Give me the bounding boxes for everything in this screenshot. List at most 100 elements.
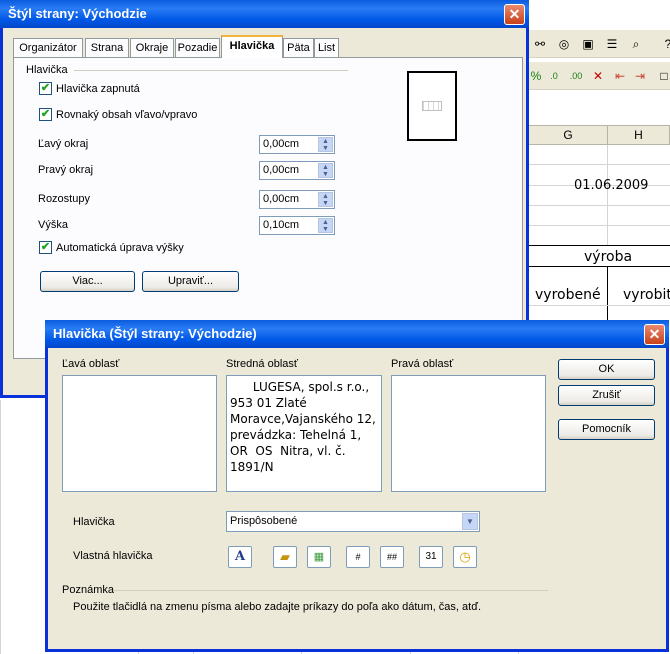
cancel-button[interactable]: Zrušiť: [558, 385, 655, 406]
center-line: prevádzka: Tehelná 1,: [230, 428, 362, 442]
standard-toolbar: ⚯ ◎ ▣ ☰ ⌕ ?: [528, 30, 670, 58]
autofit-label: Automatická úprava výšky: [56, 242, 184, 254]
center-line: LUGESA, spol.s r.o.,: [230, 380, 370, 394]
pages-icon[interactable]: ##: [380, 546, 404, 568]
height-value: 0,10cm: [263, 219, 300, 231]
column-line: [607, 266, 608, 321]
column-header-h[interactable]: H: [607, 125, 670, 145]
row-line: [528, 266, 670, 267]
border-icon[interactable]: □: [656, 68, 670, 84]
merged-cell-vyroba[interactable]: výroba: [584, 249, 632, 265]
edit-button[interactable]: Upraviť...: [142, 271, 239, 292]
spin-arrows-icon[interactable]: ▲ ▼: [318, 163, 333, 178]
spacing-field[interactable]: 0,00cm ▲ ▼: [259, 190, 335, 209]
help-button[interactable]: Pomocník: [558, 419, 655, 440]
separator: [114, 590, 548, 591]
section-title: Hlavička: [26, 64, 68, 76]
chevron-down-icon[interactable]: ▼: [462, 513, 478, 530]
header-dialog-title: Hlavička (Štýl strany: Východzie): [53, 326, 257, 341]
add-decimal-icon[interactable]: .0: [546, 68, 562, 84]
cell-vyrobit[interactable]: vyrobit: [623, 287, 670, 303]
tab-strana[interactable]: Strana: [85, 38, 129, 57]
center-line: 953 01 Zlaté: [230, 396, 307, 410]
date-cell[interactable]: 01.06.2009: [574, 178, 648, 193]
cell-vyrobene[interactable]: vyrobené: [535, 287, 601, 303]
center-area-label: Stredná oblasť: [226, 358, 299, 370]
left-margin-label: Ľavý okraj: [38, 138, 89, 150]
column-header-g[interactable]: G: [528, 125, 608, 145]
tab-pata[interactable]: Päta: [283, 38, 314, 57]
spin-arrows-icon[interactable]: ▲ ▼: [318, 192, 333, 207]
header-dialog-titlebar[interactable]: Hlavička (Štýl strany: Východzie): [45, 320, 669, 348]
separator: [74, 70, 348, 71]
gallery-icon[interactable]: ▣: [580, 36, 596, 52]
spacing-label: Rozostupy: [38, 193, 90, 205]
center-line: OR OS Nitra, vl. č.: [230, 444, 346, 458]
time-icon[interactable]: ◷: [453, 546, 477, 568]
header-select[interactable]: Prispôsobené ▼: [226, 511, 480, 532]
data-sources-icon[interactable]: ☰: [604, 36, 620, 52]
spin-arrows-icon[interactable]: ▲ ▼: [318, 137, 333, 152]
remove-decimal-icon[interactable]: .00: [568, 68, 584, 84]
height-label: Výška: [38, 219, 68, 231]
preview-table-icon: [422, 101, 442, 111]
right-area-label: Pravá oblasť: [391, 358, 454, 370]
tab-hlavicka[interactable]: Hlavička: [221, 35, 283, 58]
navigator-icon[interactable]: ◎: [556, 36, 572, 52]
center-area-textbox[interactable]: LUGESA, spol.s r.o., 953 01 Zlaté Moravce,…: [226, 375, 382, 492]
header-on-checkbox[interactable]: ✔: [39, 82, 52, 95]
close-icon[interactable]: ✕: [504, 4, 525, 25]
right-margin-value: 0,00cm: [263, 164, 300, 176]
row-line: [528, 164, 670, 165]
page-preview: [407, 71, 457, 141]
same-content-checkbox[interactable]: ✔: [39, 108, 52, 121]
header-on-label: Hlavička zapnutá: [56, 83, 140, 95]
spin-arrows-icon[interactable]: ▲ ▼: [318, 218, 333, 233]
header-dialog: Hlavička (Štýl strany: Východzie) ✕ Ľavá…: [45, 320, 669, 652]
zoom-icon[interactable]: ⌕: [628, 36, 644, 52]
row-line: [528, 245, 670, 246]
row-line: [528, 305, 670, 306]
tab-pozadie[interactable]: Pozadie: [175, 38, 220, 57]
center-line: Moravce,Vajanského 12,: [230, 412, 376, 426]
tab-list[interactable]: List: [314, 38, 339, 57]
right-margin-label: Pravý okraj: [38, 164, 94, 176]
left-margin-value: 0,00cm: [263, 138, 300, 150]
header-select-value: Prispôsobené: [230, 515, 298, 527]
binoculars-icon[interactable]: ⚯: [532, 36, 548, 52]
column-line: [0, 400, 1, 654]
formatting-toolbar: % .0 .00 ✕ ⇤ ⇥ □: [528, 62, 670, 90]
autofit-checkbox[interactable]: ✔: [39, 241, 52, 254]
sheet-name-icon[interactable]: ▦: [307, 546, 331, 568]
spacing-value: 0,00cm: [263, 193, 300, 205]
same-content-label: Rovnaký obsah vľavo/vpravo: [56, 109, 198, 121]
column-line: [607, 145, 608, 245]
custom-header-label: Vlastná hlavička: [73, 550, 153, 562]
text-attributes-icon[interactable]: A: [228, 546, 252, 568]
tab-organizator[interactable]: Organizátor: [13, 38, 83, 57]
ok-button[interactable]: OK: [558, 359, 655, 380]
right-area-textbox[interactable]: [391, 375, 546, 492]
close-icon[interactable]: ✕: [644, 324, 665, 345]
header-tab-panel: Hlavička ✔ Hlavička zapnutá ✔ Rovnaký ob…: [13, 57, 523, 359]
percent-format-icon[interactable]: %: [528, 68, 544, 84]
tab-okraje[interactable]: Okraje: [130, 38, 174, 57]
left-margin-field[interactable]: 0,00cm ▲ ▼: [259, 135, 335, 154]
header-select-label: Hlavička: [73, 516, 115, 528]
delete-decimal-icon[interactable]: ✕: [590, 68, 606, 84]
decrease-indent-icon[interactable]: ⇤: [612, 68, 628, 84]
note-text: Použite tlačidlá na zmenu písma alebo za…: [73, 601, 482, 613]
page-style-titlebar[interactable]: Štýl strany: Východzie: [0, 0, 529, 28]
page-icon[interactable]: #: [346, 546, 370, 568]
more-button[interactable]: Viac...: [40, 271, 135, 292]
file-name-icon[interactable]: ▰: [273, 546, 297, 568]
help-icon[interactable]: ?: [660, 36, 670, 52]
increase-indent-icon[interactable]: ⇥: [632, 68, 648, 84]
note-title: Poznámka: [62, 584, 114, 596]
date-icon[interactable]: 31: [419, 546, 443, 568]
row-line: [528, 225, 670, 226]
right-margin-field[interactable]: 0,00cm ▲ ▼: [259, 161, 335, 180]
left-area-label: Ľavá oblasť: [62, 358, 120, 370]
left-area-textbox[interactable]: [62, 375, 217, 492]
height-field[interactable]: 0,10cm ▲ ▼: [259, 216, 335, 235]
